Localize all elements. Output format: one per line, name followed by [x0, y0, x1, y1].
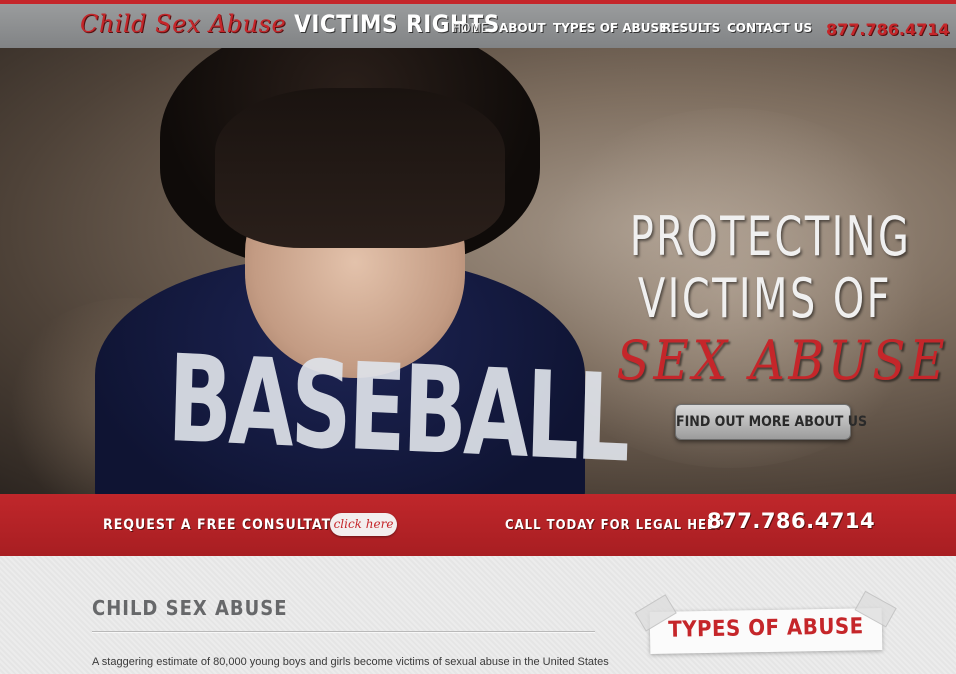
hero-line-3: SEX ABUSE: [616, 329, 949, 392]
section-divider: [92, 631, 595, 633]
sidebar-title-card: TYPES OF ABUSE: [634, 590, 897, 655]
site-header: Child Sex Abuse VICTIMS RIGHTS HOME ABOU…: [0, 4, 956, 48]
nav-home[interactable]: HOME: [452, 21, 488, 35]
hero-photo-bangs: [215, 88, 505, 248]
nav-contact-us[interactable]: CONTACT US: [727, 21, 812, 35]
hero-photo-shirt-text: BASEBALL: [166, 330, 629, 490]
nav-about[interactable]: ABOUT: [499, 21, 546, 35]
main-content: CHILD SEX ABUSE A staggering estimate of…: [0, 556, 956, 674]
request-consultation-label: REQUEST A FREE CONSULTATION: [103, 517, 361, 533]
sidebar-title: TYPES OF ABUSE: [668, 614, 864, 643]
nav-types-of-abuse[interactable]: TYPES OF ABUSE: [553, 21, 667, 35]
header-phone[interactable]: 877.786.4714: [826, 20, 949, 39]
band-phone[interactable]: 877.786.4714: [707, 509, 875, 533]
hero-banner: BASEBALL PROTECTING VICTIMS OF SEX ABUSE…: [0, 48, 956, 498]
hero-headline: PROTECTING VICTIMS OF SEX ABUSE: [600, 205, 949, 392]
nav-results[interactable]: RESULTS: [662, 21, 720, 35]
section-body-text: A staggering estimate of 80,000 young bo…: [92, 656, 609, 668]
consultation-band: REQUEST A FREE CONSULTATION click here C…: [0, 494, 956, 556]
section-title: CHILD SEX ABUSE: [92, 596, 288, 620]
call-today-label: CALL TODAY FOR LEGAL HELP: [505, 518, 726, 533]
hero-line-2: VICTIMS OF: [637, 267, 893, 330]
logo-red-text: Child Sex Abuse: [80, 10, 287, 38]
click-here-button[interactable]: click here: [330, 513, 397, 536]
find-out-more-button[interactable]: FIND OUT MORE ABOUT US: [675, 404, 867, 440]
site-logo[interactable]: Child Sex Abuse VICTIMS RIGHTS: [80, 10, 500, 38]
hero-line-1: PROTECTING: [629, 205, 912, 268]
